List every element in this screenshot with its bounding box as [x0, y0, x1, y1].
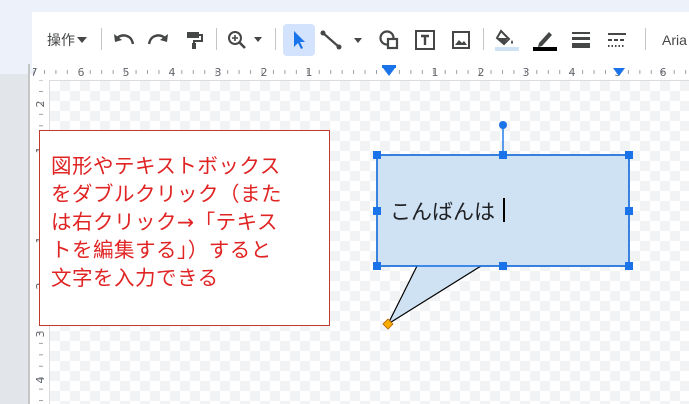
resize-handle-se[interactable]	[625, 262, 633, 270]
resize-handle-sw[interactable]	[373, 262, 381, 270]
text-cursor	[503, 198, 505, 222]
resize-handle-s[interactable]	[499, 262, 507, 270]
speech-bubble-body[interactable]	[376, 154, 630, 326]
resize-handle-w[interactable]	[373, 207, 381, 215]
resize-handle-n[interactable]	[499, 151, 507, 159]
resize-handle-ne[interactable]	[625, 151, 633, 159]
speech-bubble-text[interactable]: こんばんは	[390, 196, 495, 226]
rotate-handle[interactable]	[499, 121, 507, 129]
resize-handle-nw[interactable]	[373, 151, 381, 159]
resize-handle-e[interactable]	[625, 207, 633, 215]
speech-bubble-shape[interactable]	[0, 0, 689, 404]
